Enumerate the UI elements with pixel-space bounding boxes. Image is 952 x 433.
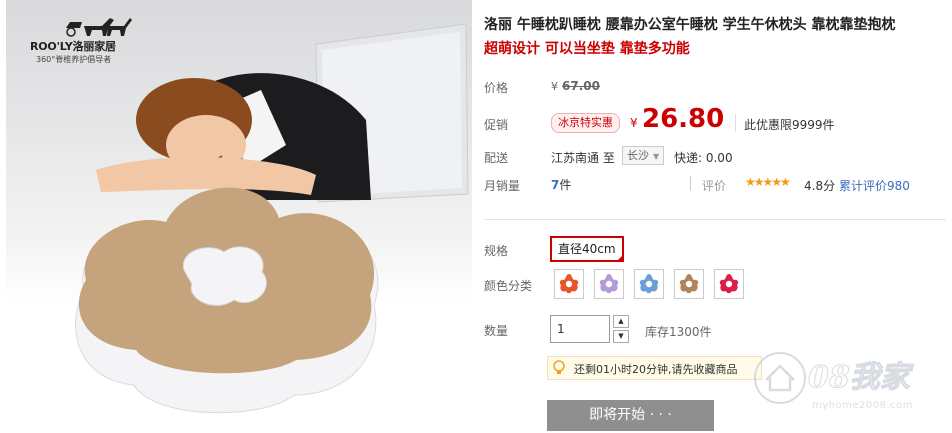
shipping-fee: 快递: 0.00 <box>674 151 733 165</box>
flower-pillow-icon <box>559 274 579 294</box>
product-subtitle: 超萌设计 可以当坐垫 靠垫多功能 <box>484 41 690 57</box>
product-photo: ROO'LY洛丽家居 360°脊椎养护倡导者 <box>6 0 472 433</box>
monthly-sales: 7件 <box>551 176 571 193</box>
pillow-illustration <box>75 187 379 414</box>
monthly-sales-unit: 件 <box>559 178 572 192</box>
countdown-tip: 还剩01小时20分钟,请先收藏商品 <box>547 356 762 380</box>
monthly-sales-label: 月销量 <box>484 179 521 193</box>
horse-carriage-icon <box>66 18 132 37</box>
color-label: 颜色分类 <box>484 279 533 293</box>
flower-pillow-icon <box>639 274 659 294</box>
coming-soon-button[interactable]: 即将开始 · · · <box>547 400 714 431</box>
watermark-logo: 08我家 <box>808 360 911 396</box>
lightbulb-icon <box>553 360 565 374</box>
color-swatch-orange[interactable] <box>554 269 584 299</box>
price-label: 价格 <box>484 81 509 95</box>
flower-pillow-icon <box>679 274 699 294</box>
promo-limit: 此优惠限9999件 <box>744 118 835 132</box>
house-icon <box>754 352 806 404</box>
rating-label: 评价 <box>702 179 727 193</box>
flower-pillow-icon <box>719 274 739 294</box>
sales-divider <box>690 176 691 191</box>
quantity-decrease-button[interactable]: ▼ <box>613 330 629 343</box>
woman-illustration <box>96 73 371 200</box>
selected-check-icon <box>615 254 624 262</box>
watermark-url: myhome2008.com <box>812 400 913 411</box>
brand-tagline: 360°脊椎养护倡导者 <box>36 55 112 64</box>
spec-label: 规格 <box>484 244 509 258</box>
original-price: ¥67.00 <box>551 79 600 93</box>
caret-down-icon: ▼ <box>653 152 660 161</box>
color-swatch-tan[interactable] <box>674 269 704 299</box>
shipping-destination-select[interactable]: 长沙 ▼ <box>622 146 665 165</box>
rating-stars: ★★★★★ <box>745 175 791 189</box>
product-title: 洛丽 午睡枕趴睡枕 腰靠办公室午睡枕 学生午休枕头 靠枕靠垫抱枕 <box>484 17 896 33</box>
promo-badge: 冰京特实惠 <box>551 113 620 133</box>
promo-label: 促销 <box>484 118 509 132</box>
stock-count: 库存1300件 <box>645 325 712 339</box>
rating-value: 4.8分 <box>804 179 836 193</box>
shipping-destination: 长沙 <box>627 149 649 162</box>
color-swatch-red[interactable] <box>714 269 744 299</box>
color-swatch-purple[interactable] <box>594 269 624 299</box>
spec-option-label: 直径40cm <box>558 242 616 256</box>
reviews-link[interactable]: 累计评价980 <box>839 177 910 194</box>
watermark: 08我家 myhome2008.com <box>752 346 942 416</box>
promo-divider <box>735 114 736 132</box>
spec-option-40cm[interactable]: 直径40cm <box>550 236 624 262</box>
original-price-value: 67.00 <box>562 79 600 93</box>
quantity-label: 数量 <box>484 324 509 338</box>
countdown-text: 还剩01小时20分钟,请先收藏商品 <box>574 363 738 376</box>
quantity-increase-button[interactable]: ▲ <box>613 315 629 328</box>
promo-price: 26.80 <box>642 104 725 134</box>
promo-currency: ¥ <box>630 116 638 130</box>
currency-symbol: ¥ <box>551 80 558 93</box>
section-divider <box>484 219 946 220</box>
shipping-from: 江苏南通 至 <box>551 151 615 165</box>
quantity-input[interactable] <box>550 315 610 343</box>
flower-pillow-icon <box>599 274 619 294</box>
brand-name: ROO'LY洛丽家居 <box>30 40 116 53</box>
color-swatch-blue[interactable] <box>634 269 664 299</box>
shipping-label: 配送 <box>484 151 509 165</box>
